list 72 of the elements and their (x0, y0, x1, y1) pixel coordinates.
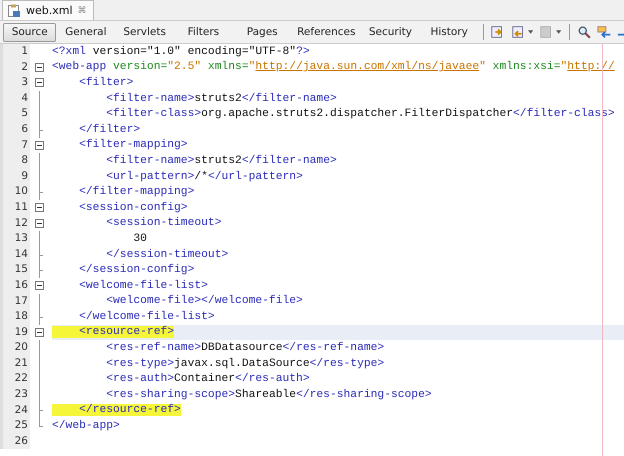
code-line: </session-timeout> (105, 248, 228, 261)
line-number: 26 (0, 434, 30, 450)
code-line: <filter-mapping> (78, 139, 188, 152)
line-number: 19 (0, 324, 30, 340)
search-icon[interactable] (576, 24, 591, 40)
code-line: <url-pattern>/*</url-pattern> (105, 170, 303, 183)
code-line: <filter-class>org.apache.struts2.dispatcher.FilterDispatcher</filter-class> (105, 108, 615, 120)
code-line: </filter> (78, 124, 140, 136)
line-number: 2 (0, 60, 30, 76)
line-number: 12 (0, 216, 30, 232)
collapse-icon[interactable] (35, 78, 44, 88)
line-number: 11 (0, 200, 30, 216)
line-number: 23 (0, 387, 30, 403)
line-number: 25 (0, 418, 30, 434)
line-number: 9 (0, 168, 30, 184)
code-line: <session-timeout> (105, 217, 222, 230)
code-line: <filter-name>struts2</filter-name> (105, 154, 337, 167)
view-tab[interactable]: References (292, 22, 361, 42)
code-line: <?xml version="1.0" encoding="UTF-8"?> (52, 46, 310, 58)
code-line: <web-app version="2.5" xmlns="http://java.sun.com/xml/ns/javaee" xmlns:xsi="http:// (52, 61, 615, 74)
view-tab[interactable]: Pages (232, 22, 292, 42)
line-number: 24 (0, 402, 30, 418)
view-tab[interactable]: Security (361, 22, 420, 42)
line-number: 8 (0, 153, 30, 169)
code-line: </session-config> (78, 264, 194, 276)
code-line: <res-sharing-scope>Shareable</res-sharing-scope> (105, 388, 432, 401)
line-number: 21 (0, 356, 30, 372)
line-number: 15 (0, 262, 30, 278)
code-line: </web-app> (52, 420, 120, 432)
view-tab[interactable]: Servlets (115, 22, 174, 42)
line-number: 1 (0, 44, 30, 60)
line-number: 14 (0, 246, 30, 262)
xml-file-icon (7, 4, 21, 18)
arrow-icon[interactable] (596, 24, 611, 40)
line-number: 13 (0, 231, 30, 247)
code-line: <welcome-file></welcome-file> (105, 295, 303, 308)
caret-icon[interactable] (528, 30, 534, 34)
code-line: <welcome-file-list> (78, 280, 208, 292)
line-number: 6 (0, 122, 30, 138)
line-number: 3 (0, 75, 30, 91)
code-line: <res-auth>Container</res-auth> (105, 373, 310, 386)
code-line: <res-ref-name>DBDatasource</res-ref-name> (105, 342, 384, 354)
collapse-icon[interactable] (35, 62, 44, 72)
line-number: 4 (0, 90, 30, 106)
line-number: 5 (0, 106, 30, 122)
collapse-icon[interactable] (35, 140, 44, 150)
collapse-icon[interactable] (35, 328, 44, 337)
code-line: <res-type>javax.sql.DataSource</res-type> (105, 358, 384, 370)
collapse-icon[interactable] (35, 202, 44, 212)
line-number: 20 (0, 340, 30, 356)
collapse-icon[interactable] (35, 218, 44, 228)
close-tab-button[interactable]: ⌘ (78, 6, 87, 16)
file-tab[interactable]: web.xml ⌘ (2, 0, 94, 20)
view-tab[interactable]: General (56, 22, 116, 42)
line-number: 22 (0, 371, 30, 388)
collapse-icon[interactable] (35, 280, 44, 290)
line-number: 10 (0, 184, 30, 200)
code-line: <filter-name>struts2</filter-name> (105, 92, 337, 105)
view-tab[interactable]: History (420, 22, 479, 42)
view-tab[interactable]: Source (3, 22, 56, 42)
file-name: web.xml (26, 4, 73, 17)
code-line: 30 (132, 232, 147, 245)
code-line: </filter-mapping> (78, 186, 194, 198)
line-number: 17 (0, 294, 30, 310)
line-number: 16 (0, 278, 30, 294)
line-number: 7 (0, 138, 30, 154)
caret-icon[interactable] (556, 30, 562, 34)
line-number: 18 (0, 309, 30, 325)
code-line: </welcome-file-list> (78, 310, 215, 323)
view-tab[interactable]: Filters (174, 22, 233, 42)
code-line: <session-config> (78, 202, 188, 214)
code-line: <filter> (78, 76, 134, 89)
